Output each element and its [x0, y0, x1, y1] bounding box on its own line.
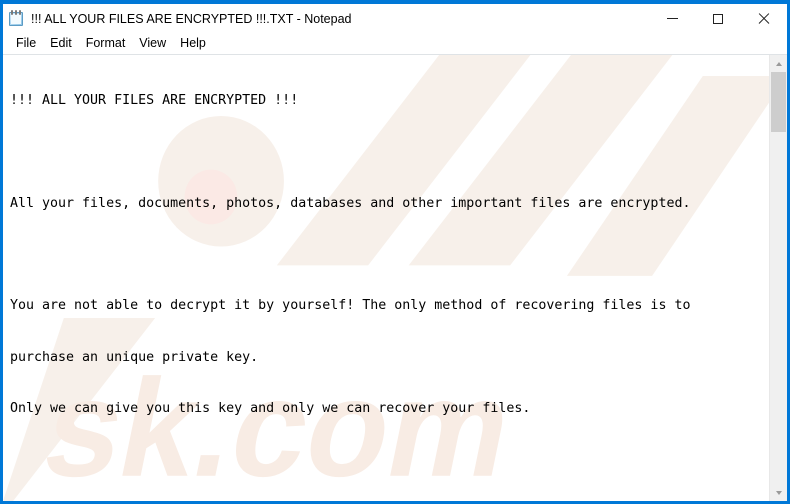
ransom-note-text[interactable]: !!! ALL YOUR FILES ARE ENCRYPTED !!! All… [3, 55, 769, 501]
close-icon [758, 13, 770, 25]
menu-bar: File Edit Format View Help [3, 33, 787, 55]
close-button[interactable] [741, 4, 787, 33]
note-line: Only we can give you this key and only w… [10, 400, 531, 416]
menu-item-view[interactable]: View [132, 33, 173, 54]
note-line: !!! ALL YOUR FILES ARE ENCRYPTED !!! [10, 93, 299, 109]
chevron-down-icon [775, 490, 782, 495]
scroll-down-button[interactable] [770, 484, 787, 501]
note-line [10, 143, 769, 160]
notepad-window: !!! ALL YOUR FILES ARE ENCRYPTED !!!.TXT… [0, 0, 790, 504]
title-bar[interactable]: !!! ALL YOUR FILES ARE ENCRYPTED !!!.TXT… [3, 4, 787, 33]
window-controls [649, 4, 787, 33]
maximize-icon [713, 13, 723, 24]
vertical-scrollbar[interactable] [769, 55, 787, 501]
note-line: purchase an unique private key. [10, 349, 259, 365]
menu-item-edit[interactable]: Edit [43, 33, 79, 54]
scrollbar-thumb[interactable] [771, 72, 786, 132]
note-line [10, 246, 769, 263]
menu-item-file[interactable]: File [9, 33, 43, 54]
scrollbar-track[interactable] [770, 72, 787, 484]
minimize-button[interactable] [649, 4, 695, 33]
text-area-wrap: sk.com !!! ALL YOUR FILES ARE ENCRYPTED … [3, 55, 787, 501]
notepad-icon [8, 10, 25, 27]
window-title: !!! ALL YOUR FILES ARE ENCRYPTED !!!.TXT… [31, 11, 352, 26]
minimize-icon [666, 18, 678, 19]
note-line: All your files, documents, photos, datab… [10, 195, 691, 211]
menu-item-help[interactable]: Help [173, 33, 213, 54]
maximize-button[interactable] [695, 4, 741, 33]
menu-item-format[interactable]: Format [79, 33, 133, 54]
note-line: You are not able to decrypt it by yourse… [10, 298, 691, 314]
note-line [10, 451, 769, 468]
scroll-up-button[interactable] [770, 55, 787, 72]
chevron-up-icon [775, 61, 782, 66]
